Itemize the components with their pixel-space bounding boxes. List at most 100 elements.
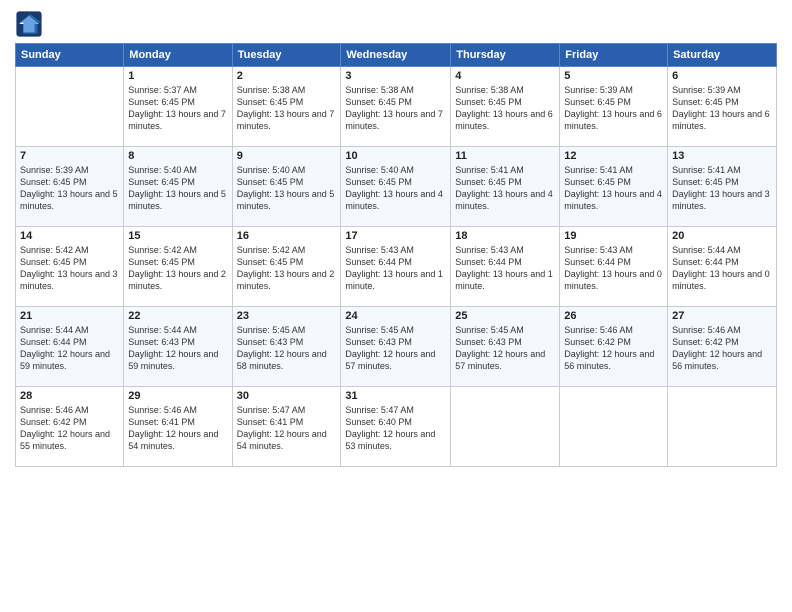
- day-info: Sunrise: 5:38 AMSunset: 6:45 PMDaylight:…: [237, 84, 337, 133]
- calendar-cell: 15 Sunrise: 5:42 AMSunset: 6:45 PMDayligh…: [124, 227, 232, 307]
- calendar-cell: 22Sunrise: 5:44 AMSunset: 6:43 PMDayligh…: [124, 307, 232, 387]
- day-info: Sunrise: 5:43 AMSunset: 6:44 PMDaylight:…: [345, 244, 446, 293]
- calendar-cell: 7Sunrise: 5:39 AMSunset: 6:45 PMDaylight…: [16, 147, 124, 227]
- logo-icon: [15, 10, 43, 38]
- calendar-cell: 3Sunrise: 5:38 AMSunset: 6:45 PMDaylight…: [341, 67, 451, 147]
- calendar-cell: 24 Sunrise: 5:45 AMSunset: 6:43 PMDayligh…: [341, 307, 451, 387]
- calendar-week-3: 14 Sunrise: 5:42 AMSunset: 6:45 PMDayligh…: [16, 227, 777, 307]
- day-info: Sunrise: 5:39 AMSunset: 6:45 PMDaylight:…: [564, 84, 663, 133]
- day-info: Sunrise: 5:43 AMSunset: 6:44 PMDaylight:…: [455, 244, 555, 293]
- day-info: Sunrise: 5:41 AMSunset: 6:45 PMDaylight:…: [672, 164, 772, 213]
- calendar-cell: 20 Sunrise: 5:44 AMSunset: 6:44 PMDayligh…: [668, 227, 777, 307]
- calendar-cell: 25 Sunrise: 5:45 AMSunset: 6:43 PMDayligh…: [451, 307, 560, 387]
- calendar-cell: 17 Sunrise: 5:43 AMSunset: 6:44 PMDayligh…: [341, 227, 451, 307]
- day-number: 14: [20, 230, 119, 242]
- day-number: 13: [672, 150, 772, 162]
- day-number: 1: [128, 70, 227, 82]
- day-number: 20: [672, 230, 772, 242]
- calendar-cell: [560, 387, 668, 467]
- calendar-cell: 29 Sunrise: 5:46 AMSunset: 6:41 PMDayligh…: [124, 387, 232, 467]
- column-header-friday: Friday: [560, 44, 668, 67]
- day-info: Sunrise: 5:43 AMSunset: 6:44 PMDaylight:…: [564, 244, 663, 293]
- day-number: 24: [345, 310, 446, 322]
- day-number: 12: [564, 150, 663, 162]
- calendar-week-4: 21 Sunrise: 5:44 AMSunset: 6:44 PMDayligh…: [16, 307, 777, 387]
- day-info: Sunrise: 5:47 AMSunset: 6:41 PMDaylight:…: [237, 404, 337, 453]
- column-header-saturday: Saturday: [668, 44, 777, 67]
- day-number: 19: [564, 230, 663, 242]
- day-number: 11: [455, 150, 555, 162]
- calendar-cell: 11Sunrise: 5:41 AMSunset: 6:45 PMDayligh…: [451, 147, 560, 227]
- calendar-cell: 5 Sunrise: 5:39 AMSunset: 6:45 PMDaylight…: [560, 67, 668, 147]
- main-container: SundayMondayTuesdayWednesdayThursdayFrid…: [0, 0, 792, 477]
- day-info: Sunrise: 5:45 AMSunset: 6:43 PMDaylight:…: [455, 324, 555, 373]
- day-info: Sunrise: 5:46 AMSunset: 6:41 PMDaylight:…: [128, 404, 227, 453]
- calendar-week-5: 28 Sunrise: 5:46 AMSunset: 6:42 PMDayligh…: [16, 387, 777, 467]
- day-number: 21: [20, 310, 119, 322]
- day-info: Sunrise: 5:46 AMSunset: 6:42 PMDaylight:…: [564, 324, 663, 373]
- day-info: Sunrise: 5:40 AMSunset: 6:45 PMDaylight:…: [128, 164, 227, 213]
- day-info: Sunrise: 5:41 AMSunset: 6:45 PMDaylight:…: [564, 164, 663, 213]
- day-number: 5: [564, 70, 663, 82]
- day-info: Sunrise: 5:46 AMSunset: 6:42 PMDaylight:…: [672, 324, 772, 373]
- day-info: Sunrise: 5:44 AMSunset: 6:43 PMDaylight:…: [128, 324, 227, 373]
- calendar-cell: 4Sunrise: 5:38 AMSunset: 6:45 PMDaylight…: [451, 67, 560, 147]
- calendar-cell: 9 Sunrise: 5:40 AMSunset: 6:45 PMDaylight…: [232, 147, 341, 227]
- calendar-cell: 23 Sunrise: 5:45 AMSunset: 6:43 PMDayligh…: [232, 307, 341, 387]
- calendar-cell: 19 Sunrise: 5:43 AMSunset: 6:44 PMDayligh…: [560, 227, 668, 307]
- day-info: Sunrise: 5:45 AMSunset: 6:43 PMDaylight:…: [237, 324, 337, 373]
- day-info: Sunrise: 5:42 AMSunset: 6:45 PMDaylight:…: [237, 244, 337, 293]
- day-info: Sunrise: 5:40 AMSunset: 6:45 PMDaylight:…: [237, 164, 337, 213]
- calendar-cell: 6 Sunrise: 5:39 AMSunset: 6:45 PMDaylight…: [668, 67, 777, 147]
- day-info: Sunrise: 5:45 AMSunset: 6:43 PMDaylight:…: [345, 324, 446, 373]
- day-number: 16: [237, 230, 337, 242]
- day-number: 8: [128, 150, 227, 162]
- calendar-cell: 21 Sunrise: 5:44 AMSunset: 6:44 PMDayligh…: [16, 307, 124, 387]
- column-header-thursday: Thursday: [451, 44, 560, 67]
- column-header-tuesday: Tuesday: [232, 44, 341, 67]
- day-number: 9: [237, 150, 337, 162]
- calendar-cell: 30 Sunrise: 5:47 AMSunset: 6:41 PMDayligh…: [232, 387, 341, 467]
- calendar-header-row: SundayMondayTuesdayWednesdayThursdayFrid…: [16, 44, 777, 67]
- logo: [15, 10, 47, 38]
- day-info: Sunrise: 5:39 AMSunset: 6:45 PMDaylight:…: [672, 84, 772, 133]
- calendar-cell: 28 Sunrise: 5:46 AMSunset: 6:42 PMDayligh…: [16, 387, 124, 467]
- day-info: Sunrise: 5:46 AMSunset: 6:42 PMDaylight:…: [20, 404, 119, 453]
- day-info: Sunrise: 5:44 AMSunset: 6:44 PMDaylight:…: [20, 324, 119, 373]
- calendar-cell: 27 Sunrise: 5:46 AMSunset: 6:42 PMDayligh…: [668, 307, 777, 387]
- calendar-cell: 12 Sunrise: 5:41 AMSunset: 6:45 PMDayligh…: [560, 147, 668, 227]
- day-number: 30: [237, 390, 337, 402]
- day-number: 10: [345, 150, 446, 162]
- day-number: 18: [455, 230, 555, 242]
- calendar-cell: 26 Sunrise: 5:46 AMSunset: 6:42 PMDayligh…: [560, 307, 668, 387]
- day-number: 26: [564, 310, 663, 322]
- day-number: 3: [345, 70, 446, 82]
- calendar-cell: [668, 387, 777, 467]
- header: [15, 10, 777, 38]
- day-number: 17: [345, 230, 446, 242]
- calendar-cell: 14 Sunrise: 5:42 AMSunset: 6:45 PMDayligh…: [16, 227, 124, 307]
- calendar-cell: [451, 387, 560, 467]
- calendar-week-1: 1Sunrise: 5:37 AMSunset: 6:45 PMDaylight…: [16, 67, 777, 147]
- column-header-wednesday: Wednesday: [341, 44, 451, 67]
- day-number: 23: [237, 310, 337, 322]
- day-info: Sunrise: 5:42 AMSunset: 6:45 PMDaylight:…: [20, 244, 119, 293]
- calendar-cell: [16, 67, 124, 147]
- calendar-week-2: 7Sunrise: 5:39 AMSunset: 6:45 PMDaylight…: [16, 147, 777, 227]
- day-number: 29: [128, 390, 227, 402]
- day-info: Sunrise: 5:44 AMSunset: 6:44 PMDaylight:…: [672, 244, 772, 293]
- day-number: 31: [345, 390, 446, 402]
- day-number: 25: [455, 310, 555, 322]
- calendar-cell: 31Sunrise: 5:47 AMSunset: 6:40 PMDayligh…: [341, 387, 451, 467]
- day-info: Sunrise: 5:42 AMSunset: 6:45 PMDaylight:…: [128, 244, 227, 293]
- day-number: 28: [20, 390, 119, 402]
- day-number: 27: [672, 310, 772, 322]
- day-number: 15: [128, 230, 227, 242]
- day-number: 2: [237, 70, 337, 82]
- calendar-table: SundayMondayTuesdayWednesdayThursdayFrid…: [15, 43, 777, 467]
- calendar-cell: 13 Sunrise: 5:41 AMSunset: 6:45 PMDayligh…: [668, 147, 777, 227]
- column-header-sunday: Sunday: [16, 44, 124, 67]
- day-info: Sunrise: 5:40 AMSunset: 6:45 PMDaylight:…: [345, 164, 446, 213]
- calendar-cell: 8 Sunrise: 5:40 AMSunset: 6:45 PMDaylight…: [124, 147, 232, 227]
- day-number: 6: [672, 70, 772, 82]
